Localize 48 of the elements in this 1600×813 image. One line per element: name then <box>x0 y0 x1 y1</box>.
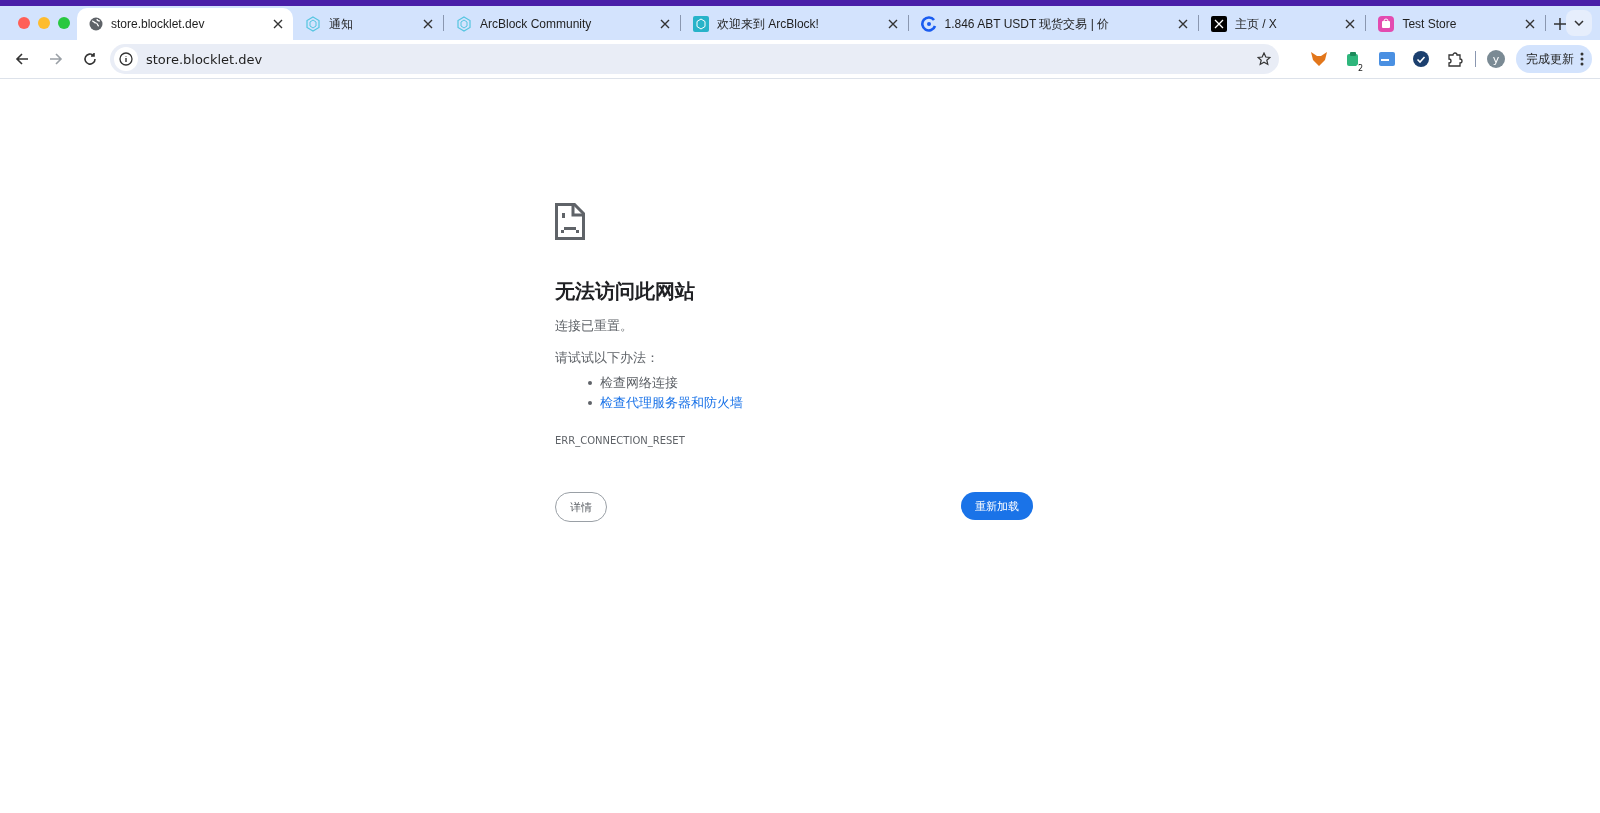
x-logo-icon <box>1210 16 1227 32</box>
ring-logo-icon <box>920 16 937 32</box>
hexagon-logo-icon <box>304 16 321 32</box>
star-icon[interactable] <box>1257 52 1271 66</box>
url-text: store.blocklet.dev <box>146 51 264 67</box>
suggestion-link[interactable]: 检查代理服务器和防火墙 <box>600 393 743 413</box>
hexagon-logo-icon <box>455 16 472 32</box>
tab-title: store.blocklet.dev <box>111 17 206 31</box>
puzzle-icon <box>1447 51 1463 67</box>
browser-tab[interactable]: ArcBlock Community <box>443 8 680 40</box>
tab-title: ArcBlock Community <box>479 17 593 31</box>
tab-search-button[interactable] <box>1566 10 1592 36</box>
shopping-bag-icon <box>1378 16 1395 32</box>
sad-page-icon <box>555 203 585 240</box>
tab-title: 1.846 ABT USDT 现货交易 | 价 <box>944 15 1111 33</box>
reload-button[interactable]: 重新加载 <box>961 492 1033 520</box>
tab-title: 欢迎来到 ArcBlock! <box>716 15 820 33</box>
update-button[interactable]: 完成更新 <box>1516 45 1592 73</box>
browser-tab[interactable]: 主页 / X <box>1198 8 1366 40</box>
error-title: 无法访问此网站 <box>555 278 696 305</box>
extension-button[interactable]: 2 <box>1339 45 1367 73</box>
fox-icon <box>1310 51 1328 67</box>
error-message: 连接已重置。 <box>555 317 634 335</box>
browser-tab[interactable]: 1.846 ABT USDT 现货交易 | 价 <box>908 8 1198 40</box>
extension-badge: 2 <box>1355 64 1365 73</box>
suggestion-text: 检查网络连接 <box>600 374 678 392</box>
info-icon[interactable] <box>114 47 138 71</box>
error-code: ERR_CONNECTION_RESET <box>555 435 686 446</box>
more-icon[interactable] <box>1580 52 1584 66</box>
browser-tab[interactable]: Test Store <box>1366 8 1545 40</box>
square-logo-icon <box>692 16 709 32</box>
bullet-icon <box>588 401 592 405</box>
details-button[interactable]: 详情 <box>555 492 607 522</box>
chevron-down-icon <box>1574 20 1584 26</box>
browser-tab[interactable]: 通知 <box>292 8 443 40</box>
address-bar[interactable]: store.blocklet.dev <box>110 44 1279 74</box>
tab-title: Test Store <box>1402 17 1458 31</box>
card-icon <box>1379 52 1395 66</box>
globe-icon <box>89 17 103 31</box>
browser-tab[interactable]: store.blocklet.dev <box>77 8 293 40</box>
suggestions-heading: 请试试以下办法： <box>555 349 660 367</box>
avatar: y <box>1487 50 1505 68</box>
tab-title: 通知 <box>328 15 354 33</box>
profile-button[interactable]: y <box>1482 45 1510 73</box>
tab-title: 主页 / X <box>1234 15 1278 33</box>
bullet-icon <box>588 381 592 385</box>
check-circle-icon <box>1413 51 1429 67</box>
browser-tab[interactable]: 欢迎来到 ArcBlock! <box>680 8 908 40</box>
